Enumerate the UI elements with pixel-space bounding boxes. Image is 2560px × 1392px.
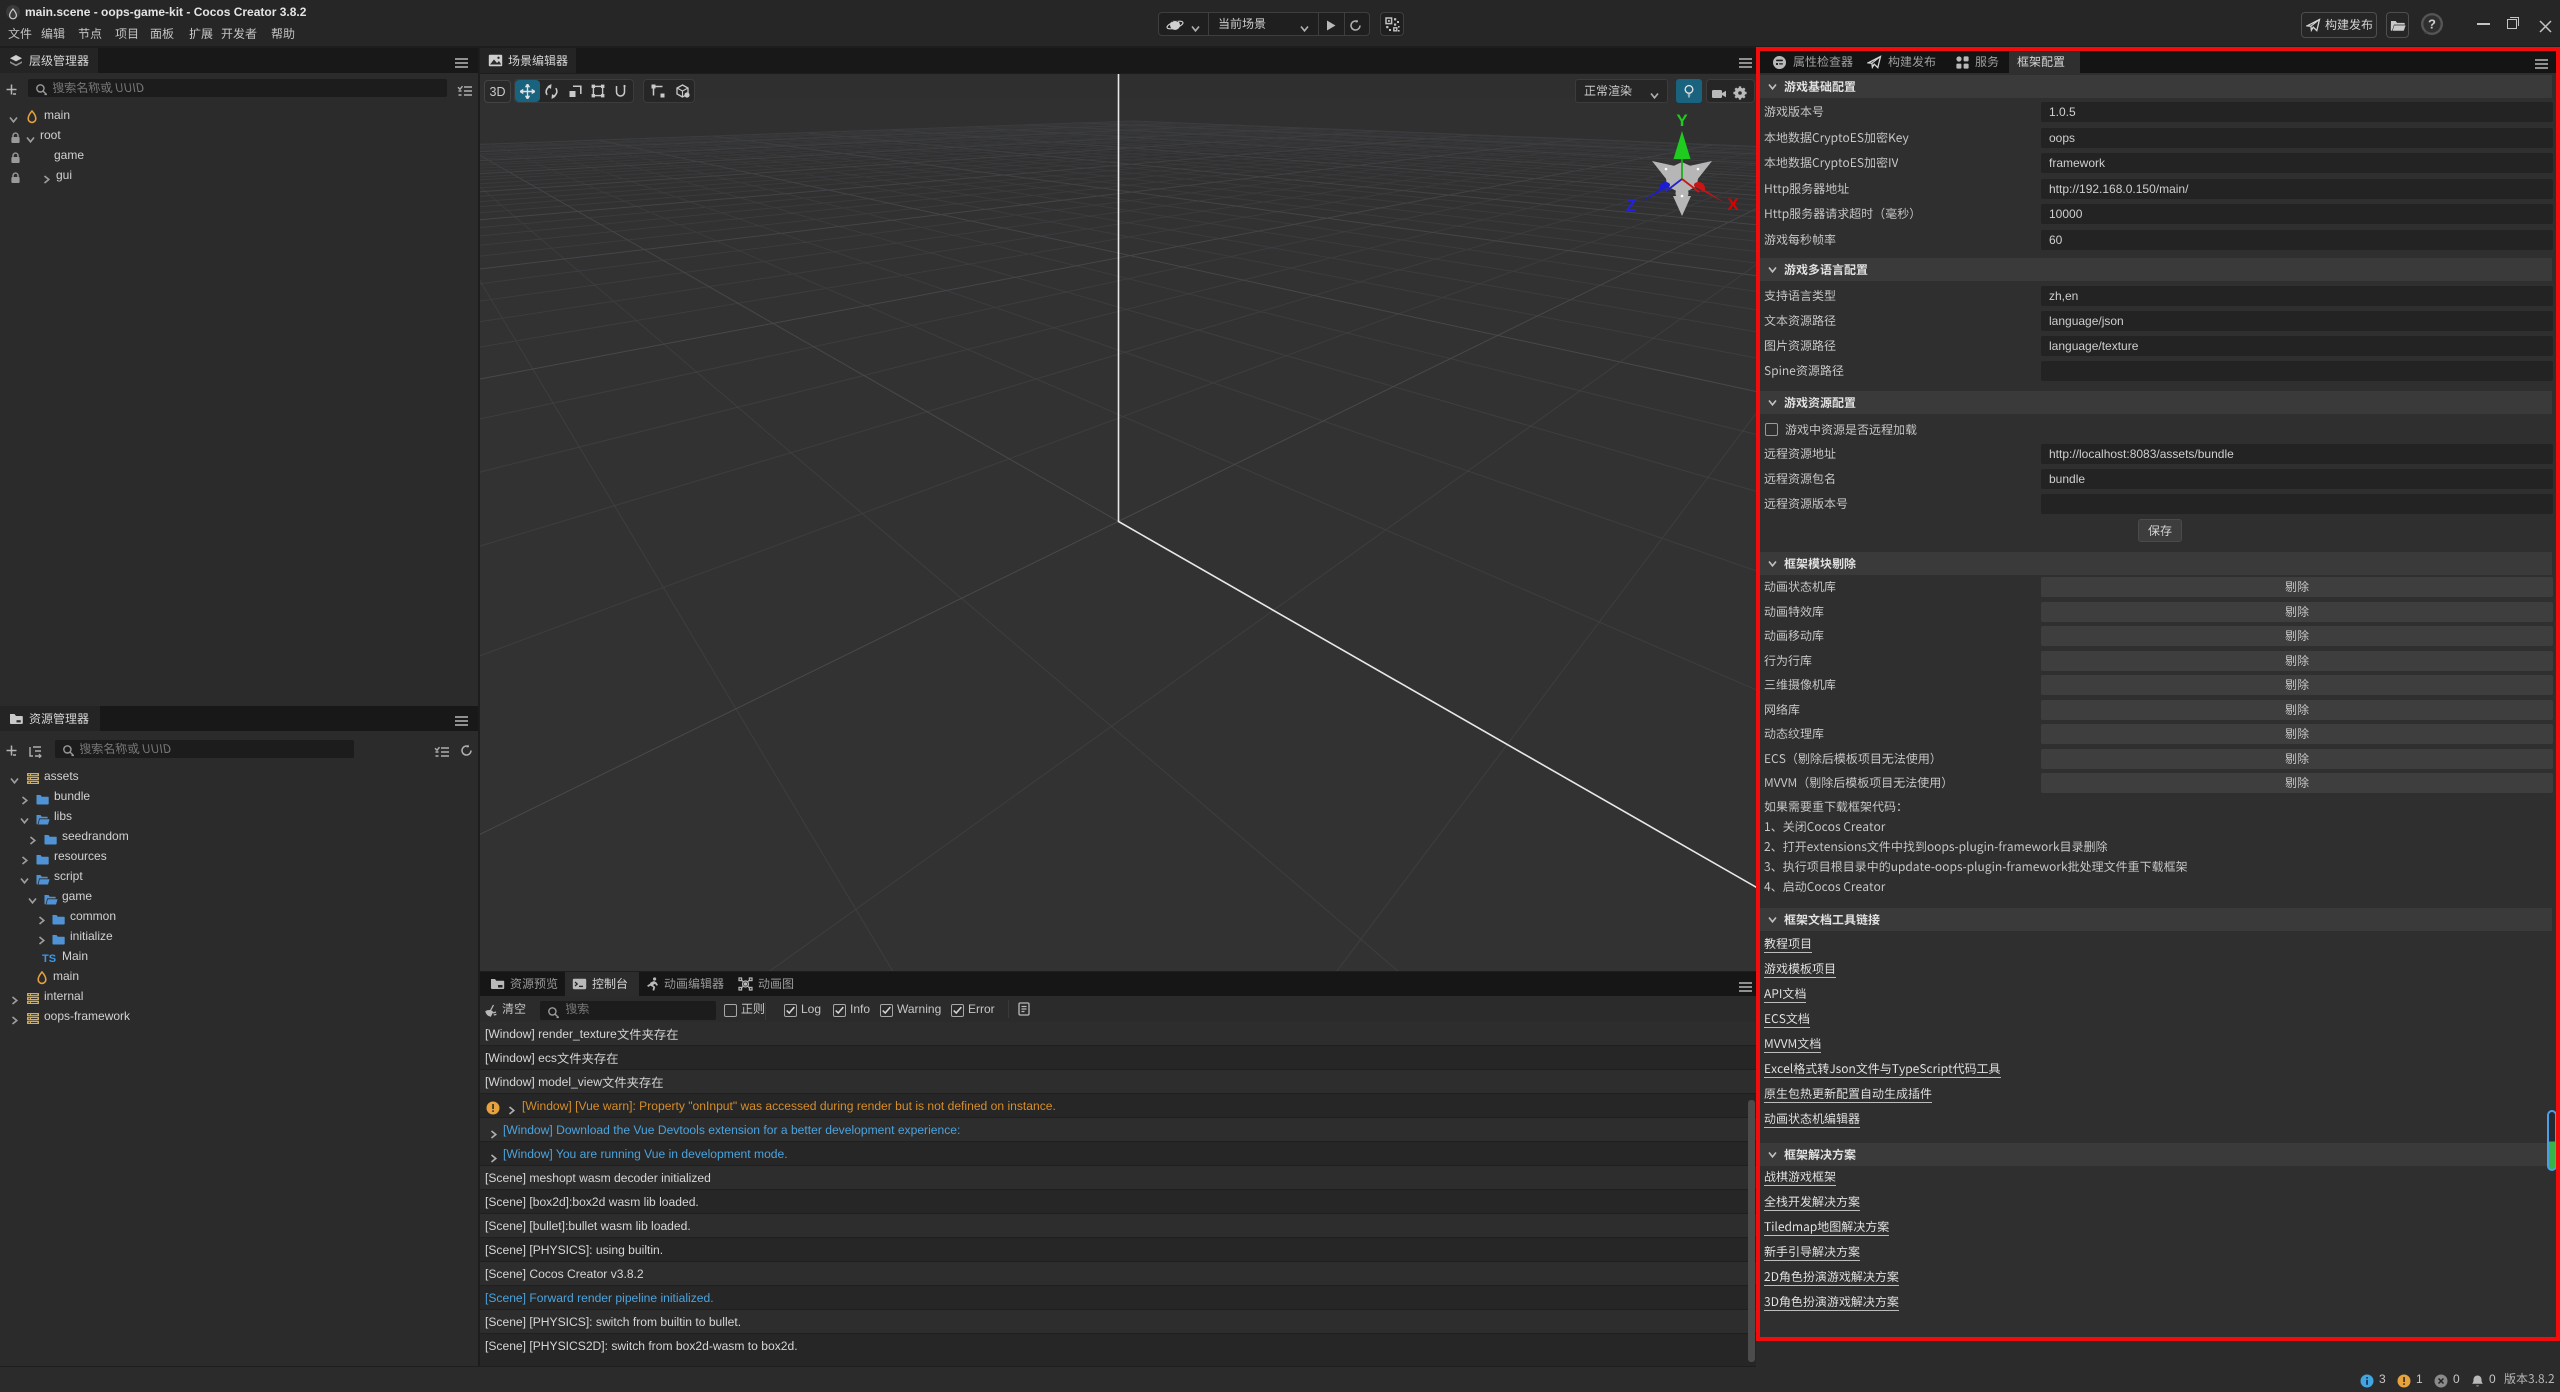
svg-text:X: X [1727,195,1739,214]
svg-text:Z: Z [1626,196,1636,215]
svg-text:Y: Y [1676,111,1688,130]
svg-text:?: ? [2428,17,2436,32]
